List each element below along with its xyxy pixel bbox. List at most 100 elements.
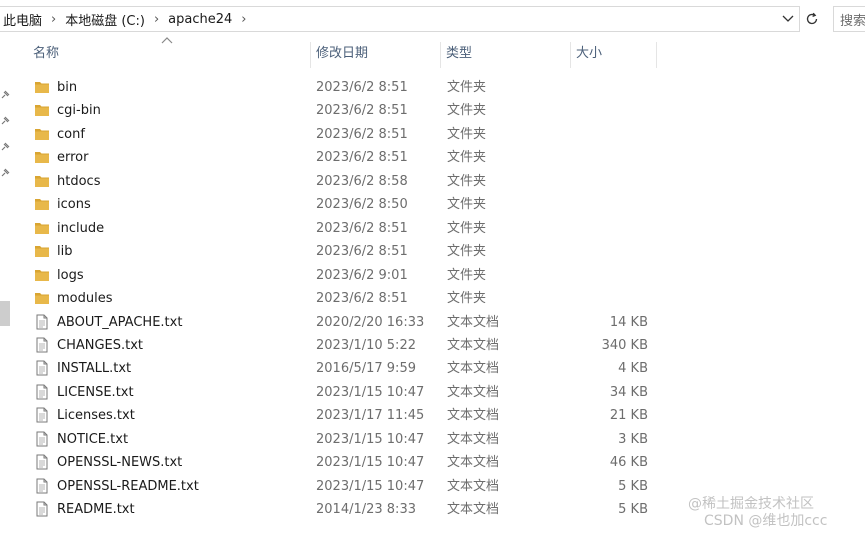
pin-icon[interactable]	[0, 142, 10, 152]
file-type: 文件夹	[447, 220, 487, 236]
file-date: 2023/6/2 9:01	[316, 267, 408, 283]
search-placeholder: 搜索	[840, 13, 865, 29]
file-size: 34 KB	[609, 384, 648, 400]
file-size: 5 KB	[618, 478, 648, 494]
file-date: 2023/1/15 10:47	[316, 384, 425, 400]
file-name: OPENSSL-NEWS.txt	[57, 455, 183, 471]
file-row[interactable]: include 2023/6/2 8:51 文件夹	[22, 217, 662, 240]
breadcrumb-this-pc[interactable]: 此电脑	[0, 10, 45, 29]
file-date: 2016/5/17 9:59	[316, 361, 416, 377]
file-row[interactable]: htdocs 2023/6/2 8:58 文件夹	[22, 170, 662, 193]
file-name: lib	[57, 244, 73, 260]
file-name: cgi-bin	[57, 103, 101, 119]
file-type: 文件夹	[447, 267, 487, 283]
folder-icon	[34, 220, 50, 236]
file-row[interactable]: ABOUT_APACHE.txt 2020/2/20 16:33 文本文档 14 KB	[22, 311, 662, 334]
file-row[interactable]: modules 2023/6/2 8:51 文件夹	[22, 287, 662, 310]
text-file-icon	[34, 360, 50, 376]
file-type: 文件夹	[447, 150, 487, 166]
column-header-date[interactable]: 修改日期	[310, 40, 440, 70]
file-type: 文本文档	[447, 408, 500, 424]
text-file-icon	[34, 478, 50, 494]
text-file-icon	[34, 314, 50, 330]
file-row[interactable]: error 2023/6/2 8:51 文件夹	[22, 146, 662, 169]
column-header-name[interactable]: 名称	[27, 40, 310, 70]
file-row[interactable]: INSTALL.txt 2016/5/17 9:59 文本文档 4 KB	[22, 357, 662, 380]
text-file-icon	[34, 501, 50, 517]
file-size: 5 KB	[618, 502, 648, 518]
file-name: ABOUT_APACHE.txt	[57, 314, 183, 330]
pin-icon[interactable]	[0, 116, 10, 126]
file-name: modules	[57, 291, 113, 307]
file-row[interactable]: logs 2023/6/2 9:01 文件夹	[22, 264, 662, 287]
breadcrumb-apache24[interactable]: apache24	[165, 12, 235, 27]
file-row[interactable]: icons 2023/6/2 8:50 文件夹	[22, 193, 662, 216]
watermark-line1: @稀土掘金技术社区	[688, 496, 814, 512]
file-name: README.txt	[57, 502, 135, 518]
file-row[interactable]: conf 2023/6/2 8:51 文件夹	[22, 123, 662, 146]
file-row[interactable]: lib 2023/6/2 8:51 文件夹	[22, 240, 662, 263]
text-file-icon	[34, 384, 50, 400]
text-file-icon	[34, 337, 50, 353]
file-date: 2014/1/23 8:33	[316, 502, 416, 518]
folder-icon	[34, 79, 50, 95]
file-size: 21 KB	[609, 408, 648, 424]
refresh-icon[interactable]	[802, 9, 822, 29]
file-name: htdocs	[57, 173, 101, 189]
folder-icon	[34, 290, 50, 306]
file-size: 14 KB	[609, 314, 648, 330]
file-name: LICENSE.txt	[57, 384, 134, 400]
file-name: icons	[57, 197, 91, 213]
file-name: CHANGES.txt	[57, 337, 144, 353]
file-row[interactable]: LICENSE.txt 2023/1/15 10:47 文本文档 34 KB	[22, 381, 662, 404]
file-date: 2023/1/17 11:45	[316, 408, 425, 424]
folder-icon	[34, 173, 50, 189]
file-type: 文本文档	[447, 478, 500, 494]
folder-icon	[34, 126, 50, 142]
file-date: 2023/6/2 8:51	[316, 244, 408, 260]
file-row[interactable]: bin 2023/6/2 8:51 文件夹	[22, 76, 662, 99]
nav-pane-scrollbar[interactable]	[0, 301, 10, 326]
file-date: 2023/6/2 8:51	[316, 80, 408, 95]
chevron-right-icon[interactable]: ›	[148, 13, 165, 26]
chevron-right-icon[interactable]: ›	[45, 13, 62, 26]
file-type: 文本文档	[447, 502, 500, 518]
chevron-right-icon[interactable]: ›	[235, 13, 252, 26]
file-row[interactable]: CHANGES.txt 2023/1/10 5:22 文本文档 340 KB	[22, 334, 662, 357]
file-size: 3 KB	[618, 431, 648, 447]
breadcrumb-local-disk[interactable]: 本地磁盘 (C:)	[62, 10, 148, 29]
column-header-size[interactable]: 大小	[570, 40, 656, 70]
file-name: Licenses.txt	[57, 408, 135, 424]
file-date: 2023/1/15 10:47	[316, 431, 425, 447]
file-type: 文本文档	[447, 431, 500, 447]
text-file-icon	[34, 454, 50, 470]
file-size: 340 KB	[601, 337, 648, 353]
file-size: 46 KB	[609, 455, 648, 471]
chevron-down-icon[interactable]	[781, 12, 795, 26]
file-type: 文件夹	[447, 80, 487, 95]
pin-icon[interactable]	[0, 90, 10, 100]
file-type: 文件夹	[447, 244, 487, 260]
text-file-icon	[34, 407, 50, 423]
file-row[interactable]: Licenses.txt 2023/1/17 11:45 文本文档 21 KB	[22, 404, 662, 427]
text-file-icon	[34, 431, 50, 447]
column-divider[interactable]	[656, 42, 657, 68]
address-bar[interactable]: 此电脑 › 本地磁盘 (C:) › apache24 ›	[0, 6, 800, 32]
folder-icon	[34, 267, 50, 283]
file-row[interactable]: OPENSSL-NEWS.txt 2023/1/15 10:47 文本文档 46 KB	[22, 451, 662, 474]
file-type: 文件夹	[447, 126, 487, 142]
file-name: INSTALL.txt	[57, 361, 132, 377]
file-row[interactable]: cgi-bin 2023/6/2 8:51 文件夹	[22, 99, 662, 122]
file-type: 文本文档	[447, 337, 500, 353]
file-row[interactable]: NOTICE.txt 2023/1/15 10:47 文本文档 3 KB	[22, 428, 662, 451]
pin-icon[interactable]	[0, 168, 10, 178]
column-header-type[interactable]: 类型	[440, 40, 570, 70]
search-input[interactable]: 搜索	[833, 6, 865, 32]
file-date: 2020/2/20 16:33	[316, 314, 425, 330]
file-date: 2023/6/2 8:51	[316, 291, 408, 307]
file-row[interactable]: README.txt 2014/1/23 8:33 文本文档 5 KB	[22, 498, 662, 521]
file-date: 2023/6/2 8:51	[316, 220, 408, 236]
file-name: include	[57, 220, 105, 236]
file-row[interactable]: OPENSSL-README.txt 2023/1/15 10:47 文本文档 5 K…	[22, 475, 662, 498]
file-name: NOTICE.txt	[57, 431, 129, 447]
